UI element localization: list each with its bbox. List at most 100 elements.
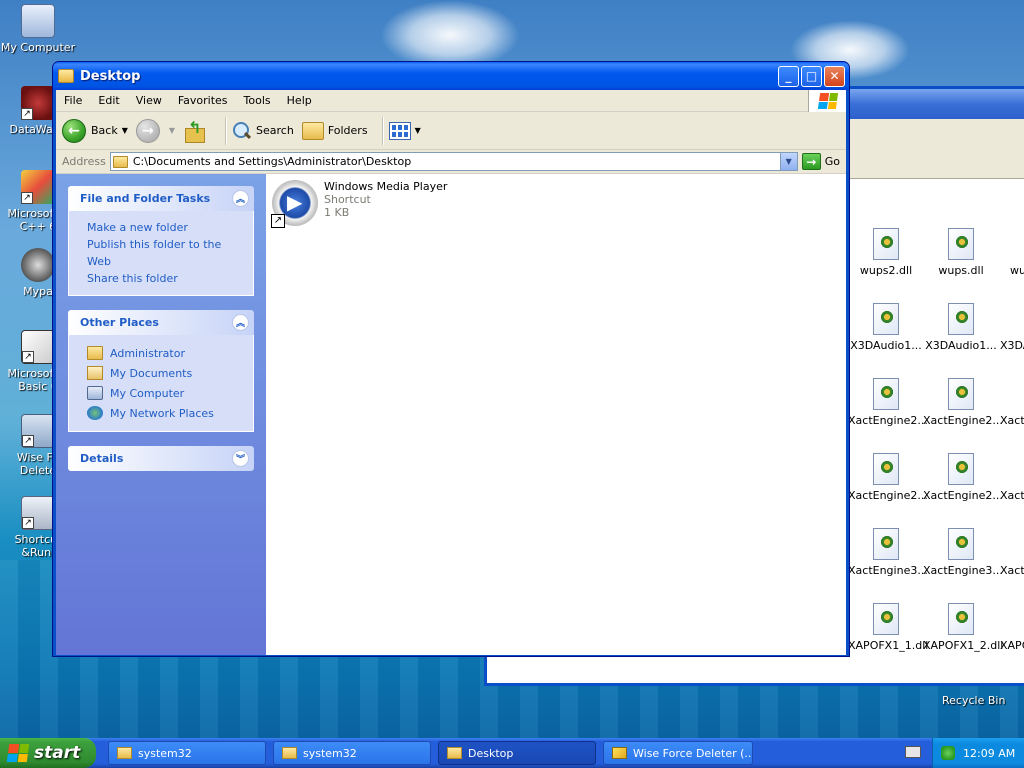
- dll-file-icon: [873, 303, 899, 335]
- folder-icon: [282, 747, 297, 759]
- file-item[interactable]: XactEngine3...: [923, 528, 1003, 577]
- taskbar-button-label: Desktop: [468, 746, 514, 760]
- menu-help[interactable]: Help: [279, 94, 320, 107]
- back-dropdown-icon[interactable]: ▼: [122, 126, 128, 135]
- folder-icon: [112, 155, 128, 168]
- place-my-computer[interactable]: My Computer: [87, 383, 241, 403]
- file-item[interactable]: XactEngine3...: [848, 528, 928, 577]
- taskbar-button-desktop[interactable]: Desktop: [438, 741, 596, 765]
- panel-header[interactable]: Details ︾: [68, 446, 254, 471]
- back-arrow-icon: ←: [62, 118, 86, 143]
- folders-button[interactable]: Folders: [301, 121, 368, 140]
- panel-header[interactable]: Other Places ︽: [68, 310, 254, 335]
- menu-file[interactable]: File: [56, 94, 90, 107]
- file-item[interactable]: XAPO: [1000, 603, 1024, 652]
- file-item[interactable]: XactEngine2...: [923, 453, 1003, 502]
- file-list[interactable]: ↗ Windows Media Player Shortcut 1 KB: [266, 174, 846, 655]
- file-item-windows-media-player[interactable]: ↗ Windows Media Player Shortcut 1 KB: [271, 180, 447, 228]
- file-label: XactEngine2...: [848, 414, 928, 427]
- dll-file-icon: [873, 603, 899, 635]
- taskbar-button-system32[interactable]: system32: [273, 741, 431, 765]
- details-panel: Details ︾: [68, 446, 254, 471]
- address-input[interactable]: C:\Documents and Settings\Administrator\…: [109, 152, 798, 171]
- start-label: start: [34, 743, 81, 763]
- views-dropdown-icon[interactable]: ▼: [415, 126, 421, 135]
- file-item[interactable]: XAPOFX1_2.dll: [923, 603, 1003, 652]
- network-icon: [87, 406, 103, 420]
- minimize-button[interactable]: _: [778, 65, 799, 87]
- window-titlebar[interactable]: Desktop _ □ ✕: [53, 62, 849, 90]
- file-item[interactable]: XactE: [1000, 453, 1024, 502]
- task-share-folder[interactable]: Share this folder: [87, 270, 241, 287]
- chevron-down-icon[interactable]: ︾: [232, 450, 249, 467]
- panel-body: Administrator My Documents My Computer M…: [68, 335, 254, 432]
- window-title: Desktop: [80, 68, 141, 84]
- dll-file-icon: [948, 303, 974, 335]
- keyboard-icon[interactable]: [905, 746, 921, 758]
- content-area: File and Folder Tasks ︽ Make a new folde…: [56, 174, 846, 655]
- file-item[interactable]: XactEngine2...: [923, 378, 1003, 427]
- forward-dropdown-icon[interactable]: ▼: [169, 126, 175, 135]
- taskbar-button-system32[interactable]: system32: [108, 741, 266, 765]
- task-publish-folder[interactable]: Publish this folder to the Web: [87, 236, 241, 270]
- file-item[interactable]: Xacte: [1000, 528, 1024, 577]
- panel-header[interactable]: File and Folder Tasks ︽: [68, 186, 254, 211]
- file-item[interactable]: XactEngine2...: [848, 378, 928, 427]
- file-item[interactable]: wups2.dll: [848, 228, 924, 277]
- shortcut-arrow-icon: ↗: [21, 108, 33, 120]
- close-button[interactable]: ✕: [824, 65, 845, 87]
- file-label: wu: [1010, 264, 1024, 277]
- place-my-documents[interactable]: My Documents: [87, 363, 241, 383]
- file-label: X3DAudio1...: [925, 339, 997, 352]
- windows-flag-icon: [817, 93, 838, 109]
- go-button[interactable]: → Go: [801, 153, 840, 170]
- taskbar-button-wise-force-deleter[interactable]: Wise Force Deleter (...: [603, 741, 753, 765]
- cloud: [380, 0, 520, 70]
- documents-icon: [87, 366, 103, 380]
- maximize-button[interactable]: □: [801, 65, 822, 87]
- file-item[interactable]: XAPOFX1_1.dll: [848, 603, 928, 652]
- menu-view[interactable]: View: [128, 94, 170, 107]
- file-label: XactEngine2...: [923, 414, 1003, 427]
- file-item[interactable]: XactEngine2...: [848, 453, 928, 502]
- menu-favorites[interactable]: Favorites: [170, 94, 236, 107]
- chevron-up-icon[interactable]: ︽: [232, 190, 249, 207]
- toolbar: ← Back ▼ → ▼ Search Folders: [56, 112, 846, 150]
- menu-edit[interactable]: Edit: [90, 94, 127, 107]
- forward-button[interactable]: → ▼: [135, 118, 175, 143]
- folder-up-icon: [183, 118, 206, 143]
- file-label: XactEngine3...: [923, 564, 1003, 577]
- file-item[interactable]: wu: [990, 228, 1024, 277]
- computer-icon: [87, 386, 103, 400]
- desktop-icon-recycle-bin[interactable]: Recycle Bin: [942, 694, 1005, 707]
- desktop-icon-my-computer[interactable]: My Computer: [0, 4, 76, 54]
- file-item[interactable]: X3DAudio1...: [848, 303, 924, 352]
- clock[interactable]: 12:09 AM: [963, 747, 1015, 760]
- search-button[interactable]: Search: [232, 121, 294, 141]
- start-button[interactable]: start: [0, 738, 96, 768]
- windows-flag-icon: [6, 744, 30, 762]
- up-button[interactable]: [183, 118, 211, 143]
- menu-tools[interactable]: Tools: [236, 94, 279, 107]
- place-my-network-places[interactable]: My Network Places: [87, 403, 241, 423]
- address-dropdown-icon[interactable]: ▼: [779, 153, 797, 170]
- task-make-new-folder[interactable]: Make a new folder: [87, 219, 241, 236]
- views-button[interactable]: ▼: [388, 121, 421, 140]
- shortcut-arrow-icon: ↗: [21, 192, 33, 204]
- file-item[interactable]: X3DAudio1...: [923, 303, 999, 352]
- explorer-window[interactable]: Desktop _ □ ✕ File Edit View Favorites T…: [52, 61, 850, 657]
- file-item[interactable]: wups.dll: [923, 228, 999, 277]
- window-body: File Edit View Favorites Tools Help ← Ba…: [56, 90, 846, 655]
- place-administrator[interactable]: Administrator: [87, 343, 241, 363]
- folder-icon: [447, 747, 462, 759]
- file-label: XAPO: [1000, 639, 1024, 652]
- file-item[interactable]: XactE: [1000, 378, 1024, 427]
- file-label: wups2.dll: [859, 264, 913, 277]
- chevron-up-icon[interactable]: ︽: [232, 314, 249, 331]
- go-label: Go: [824, 155, 840, 168]
- network-tray-icon[interactable]: [941, 746, 955, 760]
- back-button[interactable]: ← Back ▼: [62, 118, 128, 143]
- file-type: Shortcut: [324, 193, 371, 206]
- windows-logo: [808, 90, 846, 112]
- file-item[interactable]: X3DA: [1000, 303, 1024, 352]
